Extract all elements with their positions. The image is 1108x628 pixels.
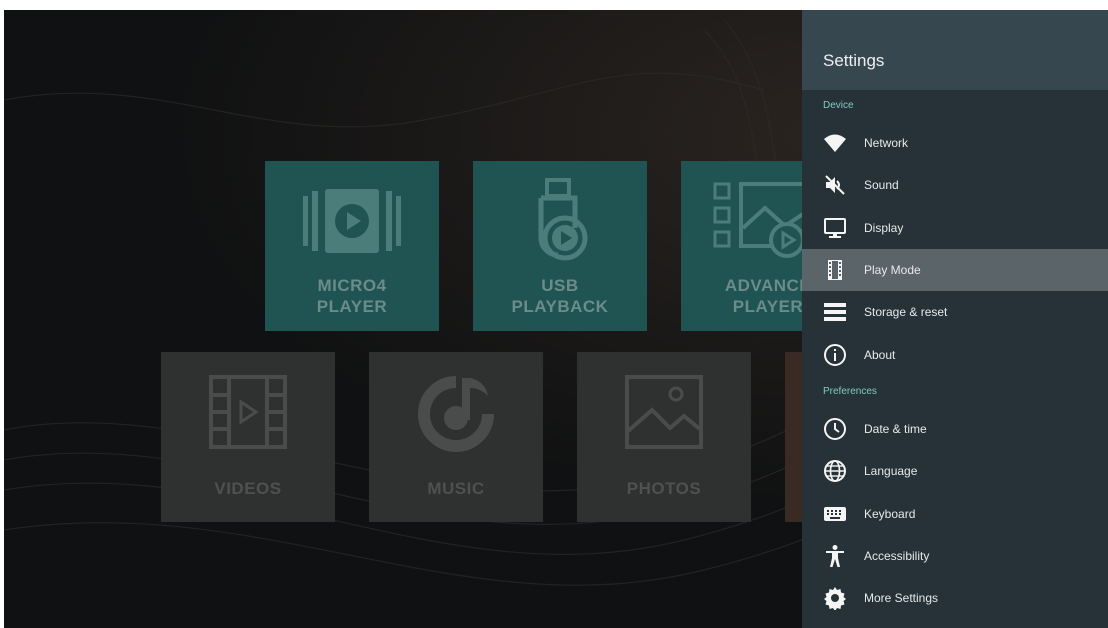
settings-item-label: Network xyxy=(864,136,909,151)
keyboard-icon xyxy=(822,501,848,527)
speaker-muted-icon xyxy=(822,172,848,198)
settings-item-display[interactable]: Display xyxy=(802,207,1108,249)
settings-item-label: More Settings xyxy=(864,591,939,606)
tile-photos[interactable]: PHOTOS xyxy=(577,352,751,522)
tile-videos[interactable]: VIDEOS xyxy=(161,352,335,522)
image-icon xyxy=(604,368,724,456)
settings-title: Settings xyxy=(823,51,885,70)
settings-item-date-time[interactable]: Date & time xyxy=(802,408,1108,450)
tile-label: USB PLAYBACK xyxy=(511,276,609,316)
globe-icon xyxy=(822,458,848,484)
settings-item-storage-reset[interactable]: Storage & reset xyxy=(802,291,1108,333)
settings-item-keyboard[interactable]: Keyboard xyxy=(802,492,1108,534)
tile-usb-playback[interactable]: USB PLAYBACK xyxy=(473,161,647,331)
film-icon xyxy=(188,368,308,456)
settings-item-play-mode[interactable]: Play Mode xyxy=(802,248,1108,292)
storage-icon xyxy=(822,299,848,325)
settings-header: Settings xyxy=(802,10,1108,90)
settings-item-label: Play Mode xyxy=(864,263,921,278)
settings-item-network[interactable]: Network xyxy=(802,122,1108,164)
tile-label: ADVANCE PLAYER xyxy=(724,276,812,316)
settings-item-label: Keyboard xyxy=(864,506,916,521)
settings-item-label: Display xyxy=(864,220,904,235)
info-icon xyxy=(822,342,848,368)
monitor-icon xyxy=(822,215,848,241)
accessibility-icon xyxy=(822,543,848,569)
gear-icon xyxy=(822,585,848,611)
usb-playback-icon xyxy=(500,177,620,265)
micro4-player-icon xyxy=(292,177,412,265)
settings-panel: Settings Device Network Sound Display Pl… xyxy=(802,10,1108,628)
section-header-device: Device xyxy=(823,100,854,111)
film-strip-icon xyxy=(822,257,848,283)
settings-item-about[interactable]: About xyxy=(802,333,1108,375)
tile-music[interactable]: MUSIC xyxy=(369,352,543,522)
settings-item-more-settings[interactable]: More Settings xyxy=(802,577,1108,619)
music-note-icon xyxy=(396,368,516,456)
settings-item-label: Date & time xyxy=(864,421,927,436)
tile-micro4-player[interactable]: MICRO4 PLAYER xyxy=(265,161,439,331)
settings-item-label: Storage & reset xyxy=(864,305,948,320)
clock-icon xyxy=(822,416,848,442)
tile-label: MUSIC xyxy=(427,479,485,498)
section-header-preferences: Preferences xyxy=(823,385,877,397)
settings-item-label: Language xyxy=(864,464,918,479)
tile-partial xyxy=(785,352,802,522)
wifi-icon xyxy=(822,130,848,156)
settings-item-sound[interactable]: Sound xyxy=(802,164,1108,206)
tile-label: MICRO4 PLAYER xyxy=(316,276,388,316)
settings-item-accessibility[interactable]: Accessibility xyxy=(802,535,1108,577)
settings-item-language[interactable]: Language xyxy=(802,450,1108,492)
settings-item-label: Sound xyxy=(864,178,899,193)
tile-label: PHOTOS xyxy=(626,479,702,498)
settings-item-label: About xyxy=(864,347,896,362)
settings-item-label: Accessibility xyxy=(864,548,930,563)
tile-label: VIDEOS xyxy=(214,479,282,498)
tv-screen: MICRO4 PLAYER USB PLAYBACK ADVANCE PLAYE… xyxy=(4,10,1108,628)
